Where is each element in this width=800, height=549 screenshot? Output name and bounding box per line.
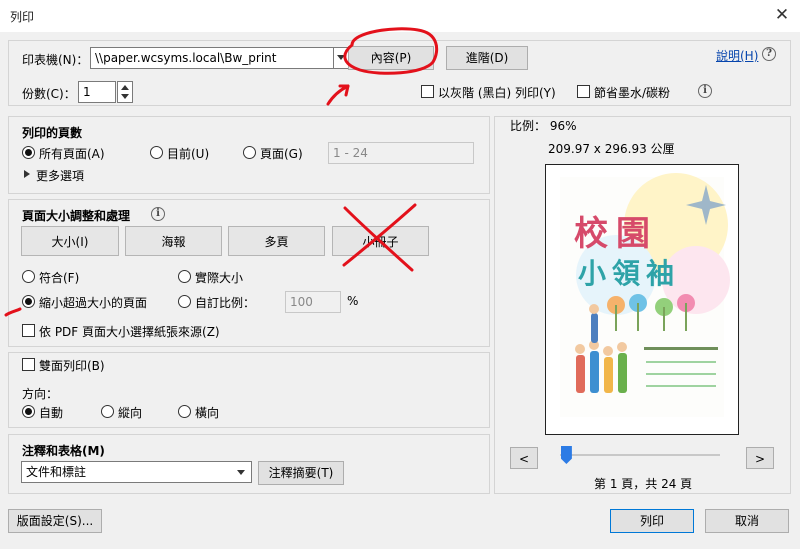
poster-button[interactable]: 海報 bbox=[125, 226, 222, 256]
custom-scale-input[interactable]: 100 bbox=[285, 291, 341, 313]
print-button[interactable]: 列印 bbox=[610, 509, 694, 533]
help-link[interactable]: 說明(H) bbox=[716, 47, 758, 64]
chevron-down-icon bbox=[237, 470, 245, 475]
preview-page: 校園 小領袖 bbox=[545, 164, 739, 435]
page-setup-button[interactable]: 版面設定(S)... bbox=[8, 509, 102, 533]
duplex-checkbox[interactable] bbox=[22, 358, 35, 371]
more-options-link[interactable]: 更多選項 bbox=[36, 167, 84, 184]
comments-select-value: 文件和標註 bbox=[26, 465, 87, 479]
copies-input[interactable]: 1 bbox=[78, 81, 116, 103]
comments-select[interactable]: 文件和標註 bbox=[21, 461, 252, 483]
printer-select[interactable]: \\paper.wcsyms.local\Bw_print bbox=[90, 47, 334, 69]
actual-size-radio[interactable] bbox=[178, 270, 191, 283]
title-bar bbox=[0, 0, 800, 32]
booklet-button[interactable]: 小冊子 bbox=[332, 226, 429, 256]
advanced-button[interactable]: 進階(D) bbox=[446, 46, 528, 70]
preview-slider-track[interactable] bbox=[560, 454, 720, 456]
printer-select-value: \\paper.wcsyms.local\Bw_print bbox=[95, 51, 277, 65]
printer-label: 印表機(N)： bbox=[22, 53, 89, 67]
orientation-auto-radio[interactable] bbox=[22, 405, 35, 418]
cancel-button[interactable]: 取消 bbox=[705, 509, 789, 533]
orientation-auto-label: 自動 bbox=[39, 406, 64, 420]
expand-triangle-icon[interactable] bbox=[24, 170, 30, 178]
duplex-label: 雙面列印(B) bbox=[39, 359, 105, 373]
info-icon[interactable]: i bbox=[698, 84, 712, 98]
page-sizing-title: 頁面大小調整和處理 bbox=[22, 209, 131, 223]
poster-illustration: 校園 小領袖 bbox=[560, 173, 730, 417]
paper-source-label: 依 PDF 頁面大小選擇紙張來源(Z) bbox=[39, 325, 220, 339]
actual-size-label: 實際大小 bbox=[195, 271, 244, 285]
copies-label: 份數(C)： bbox=[22, 87, 76, 101]
pages-range-label: 頁面(G) bbox=[260, 147, 303, 161]
preview-size: 209.97 x 296.93 公厘 bbox=[548, 142, 675, 156]
save-ink-checkbox[interactable] bbox=[577, 85, 590, 98]
orientation-label: 方向： bbox=[22, 387, 59, 401]
custom-scale-radio[interactable] bbox=[178, 295, 191, 308]
paper-source-checkbox[interactable] bbox=[22, 324, 35, 337]
grayscale-checkbox[interactable] bbox=[421, 85, 434, 98]
pages-range-radio[interactable] bbox=[243, 146, 256, 159]
window-title: 列印 bbox=[10, 10, 35, 24]
custom-scale-label: 自訂比例： bbox=[195, 296, 256, 310]
all-pages-label: 所有頁面(A) bbox=[39, 147, 105, 161]
poster-title-line2: 小領袖 bbox=[578, 257, 680, 290]
chevron-down-icon bbox=[337, 55, 345, 60]
save-ink-label: 節省墨水/碳粉 bbox=[594, 86, 671, 100]
orientation-portrait-radio[interactable] bbox=[101, 405, 114, 418]
comments-summary-button[interactable]: 注釋摘要(T) bbox=[258, 461, 344, 485]
preview-scale: 比例： 96% bbox=[510, 119, 577, 133]
shrink-label: 縮小超過大小的頁面 bbox=[39, 296, 148, 310]
comments-title: 注釋和表格(M) bbox=[22, 444, 105, 458]
copies-stepper[interactable] bbox=[117, 81, 133, 103]
all-pages-radio[interactable] bbox=[22, 146, 35, 159]
fit-label: 符合(F) bbox=[39, 271, 80, 285]
size-button[interactable]: 大小(I) bbox=[21, 226, 119, 256]
orientation-landscape-radio[interactable] bbox=[178, 405, 191, 418]
help-icon[interactable]: ? bbox=[762, 47, 776, 61]
pages-range-input[interactable]: 1 - 24 bbox=[328, 142, 474, 164]
grayscale-label: 以灰階 (黑白) 列印(Y) bbox=[438, 86, 556, 100]
current-page-label: 目前(U) bbox=[167, 147, 210, 161]
orientation-landscape-label: 橫向 bbox=[195, 406, 220, 420]
page-sizing-info-icon[interactable]: i bbox=[151, 207, 165, 221]
multiple-button[interactable]: 多頁 bbox=[228, 226, 325, 256]
preview-page-status: 第 1 頁，共 24 頁 bbox=[594, 477, 693, 491]
percent-label: % bbox=[347, 294, 359, 308]
orientation-portrait-label: 縱向 bbox=[118, 406, 143, 420]
stepper-down-icon[interactable] bbox=[121, 94, 129, 99]
poster-title-line1: 校園 bbox=[574, 214, 658, 254]
close-icon[interactable]: ✕ bbox=[770, 4, 794, 26]
fit-radio[interactable] bbox=[22, 270, 35, 283]
current-page-radio[interactable] bbox=[150, 146, 163, 159]
pages-section-title: 列印的頁數 bbox=[22, 126, 83, 140]
properties-button[interactable]: 內容(P) bbox=[348, 46, 434, 70]
stepper-up-icon[interactable] bbox=[121, 85, 129, 90]
shrink-radio[interactable] bbox=[22, 295, 35, 308]
preview-prev-button[interactable]: < bbox=[510, 447, 538, 469]
preview-next-button[interactable]: > bbox=[746, 447, 774, 469]
